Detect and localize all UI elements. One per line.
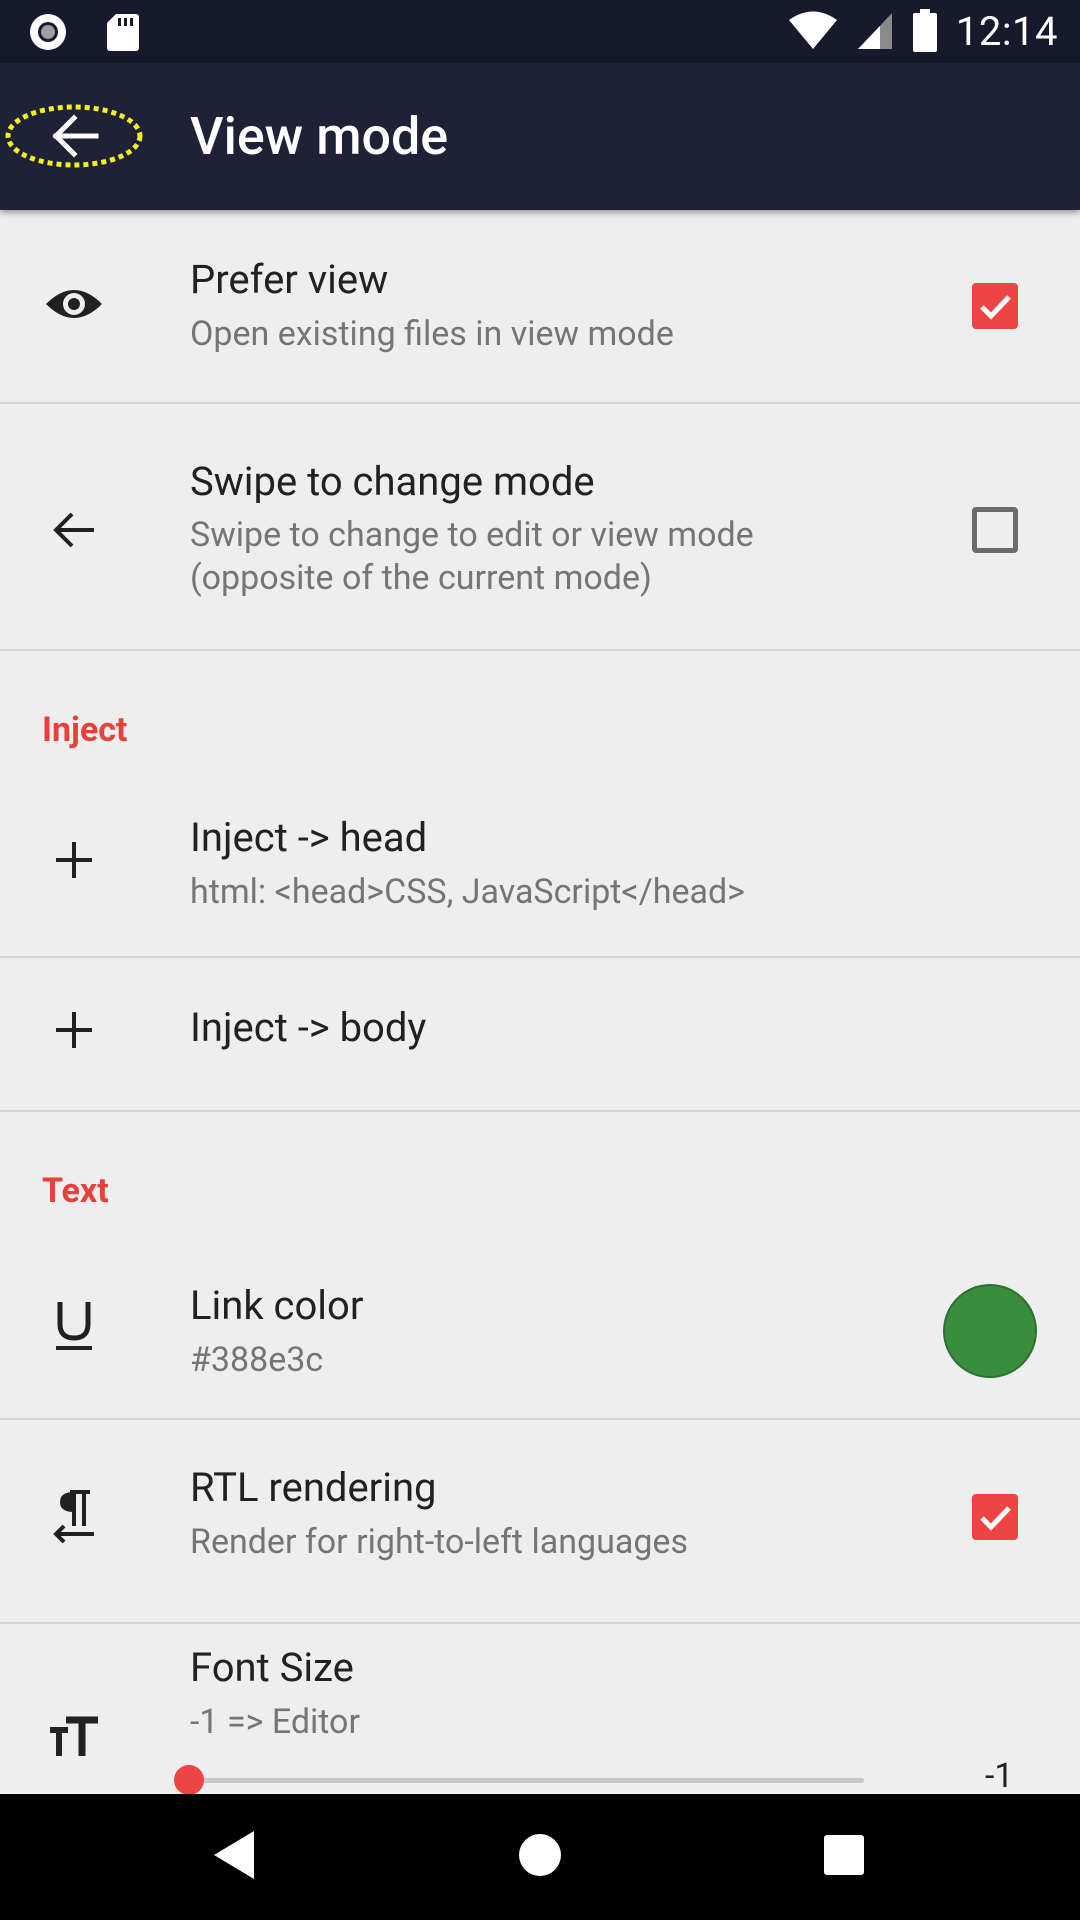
prefer-view-title: Prefer view bbox=[190, 256, 389, 303]
checkmark-icon bbox=[980, 295, 1011, 320]
swipe-mode-title: Swipe to change mode bbox=[190, 458, 595, 505]
prefer-view-item[interactable]: Prefer view Open existing files in view … bbox=[0, 210, 1080, 402]
plus-icon bbox=[44, 1000, 104, 1060]
divider bbox=[0, 649, 1080, 651]
nav-home-button[interactable] bbox=[518, 1833, 562, 1877]
back-button[interactable] bbox=[4, 103, 144, 169]
swipe-mode-item[interactable]: Swipe to change mode Swipe to change to … bbox=[0, 404, 1080, 658]
text-size-icon bbox=[44, 1708, 104, 1768]
swipe-mode-checkbox[interactable] bbox=[972, 507, 1018, 553]
font-size-slider-thumb[interactable] bbox=[174, 1765, 204, 1794]
font-size-slider-track[interactable] bbox=[190, 1778, 864, 1783]
link-color-title: Link color bbox=[190, 1282, 364, 1329]
font-size-summary: -1 => Editor bbox=[190, 1702, 360, 1742]
swipe-mode-summary-line2: (opposite of the current mode) bbox=[190, 558, 652, 598]
nav-back-button[interactable] bbox=[210, 1827, 258, 1883]
link-color-summary: #388e3c bbox=[190, 1340, 324, 1380]
section-header-inject: Inject bbox=[42, 710, 128, 750]
rtl-pilcrow-icon bbox=[44, 1486, 104, 1546]
navigation-bar bbox=[0, 1794, 1080, 1920]
underline-icon bbox=[44, 1296, 104, 1356]
nav-recents-button[interactable] bbox=[823, 1834, 865, 1876]
font-size-item[interactable]: Font Size -1 => Editor -1 bbox=[0, 1624, 1080, 1794]
divider bbox=[0, 1110, 1080, 1112]
app-bar: View mode bbox=[0, 63, 1080, 210]
page-title: View mode bbox=[190, 106, 449, 167]
status-time: 12:14 bbox=[955, 7, 1058, 55]
cell-signal-icon bbox=[857, 13, 892, 49]
square-recents-icon bbox=[824, 1835, 864, 1875]
inject-body-title: Inject -> body bbox=[190, 1004, 427, 1051]
notification-circle-icon bbox=[30, 14, 66, 50]
link-color-item[interactable]: Link color #388e3c bbox=[0, 1240, 1080, 1418]
link-color-swatch[interactable] bbox=[943, 1284, 1037, 1378]
battery-icon bbox=[912, 9, 937, 52]
prefer-view-summary: Open existing files in view mode bbox=[190, 314, 674, 354]
inject-head-summary: html: <head>CSS, JavaScript</head> bbox=[190, 872, 745, 912]
arrow-left-icon bbox=[44, 500, 104, 560]
prefer-view-checkbox[interactable] bbox=[972, 283, 1018, 329]
font-size-value: -1 bbox=[985, 1756, 1014, 1794]
inject-head-item[interactable]: Inject -> head html: <head>CSS, JavaScri… bbox=[0, 780, 1080, 958]
eye-icon bbox=[44, 274, 104, 334]
arrow-back-icon bbox=[5, 104, 143, 168]
inject-body-item[interactable]: Inject -> body bbox=[0, 958, 1080, 1110]
plus-icon bbox=[44, 830, 104, 890]
rtl-rendering-checkbox[interactable] bbox=[972, 1494, 1018, 1540]
status-bar: 12:14 bbox=[0, 0, 1080, 63]
rtl-rendering-item[interactable]: RTL rendering Render for right-to-left l… bbox=[0, 1420, 1080, 1614]
wifi-icon bbox=[788, 11, 837, 49]
triangle-back-icon bbox=[214, 1831, 254, 1879]
inject-head-title: Inject -> head bbox=[190, 814, 428, 861]
checkmark-icon bbox=[980, 1506, 1011, 1531]
swipe-mode-summary-line1: Swipe to change to edit or view mode bbox=[190, 515, 754, 555]
rtl-rendering-title: RTL rendering bbox=[190, 1464, 437, 1511]
circle-home-icon bbox=[519, 1834, 561, 1876]
preference-list: Prefer view Open existing files in view … bbox=[0, 210, 1080, 1794]
section-header-text: Text bbox=[42, 1171, 109, 1211]
font-size-title: Font Size bbox=[190, 1644, 354, 1691]
rtl-rendering-summary: Render for right-to-left languages bbox=[190, 1522, 688, 1562]
sd-card-icon bbox=[107, 14, 139, 51]
